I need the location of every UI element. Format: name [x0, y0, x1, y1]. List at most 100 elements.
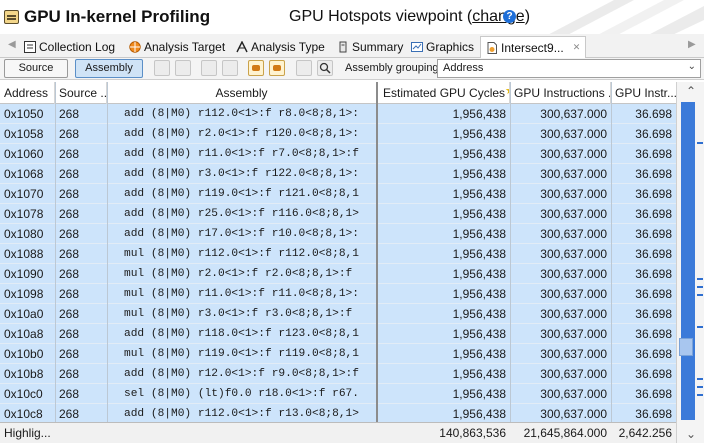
scrollbar-track[interactable]	[681, 102, 695, 420]
tab-collection-log[interactable]: Collection Log	[24, 37, 115, 57]
cell-source: 268	[59, 347, 80, 361]
grid-footer: Highlig... 140,863,536 21,645,864.000 2,…	[0, 422, 676, 443]
table-row[interactable]: 0x1090 268 mul (8|M0) r2.0<1>:f r2.0<8;8,1…	[0, 264, 676, 284]
cell-assembly: sel (8|M0) (lt)f0.0 r18.0<1>:f r67.	[124, 388, 359, 400]
column-header-cycles[interactable]: Estimated GPU Cycles★	[379, 82, 510, 104]
column-divider	[611, 82, 612, 422]
cell-assembly: add (8|M0) r25.0<1>:f r116.0<8;8,1>	[124, 208, 359, 220]
cell-address: 0x1070	[4, 187, 44, 201]
cell-instr2: 36.698	[635, 407, 672, 421]
table-row[interactable]: 0x10b8 268 add (8|M0) r12.0<1>:f r9.0<8;8,…	[0, 364, 676, 384]
scroll-marker	[697, 386, 703, 388]
cell-instructions: 300,637.000	[540, 267, 607, 281]
table-row[interactable]: 0x10c8 268 add (8|M0) r112.0<1>:f r13.0<8;…	[0, 404, 676, 422]
cell-address: 0x10b8	[4, 367, 44, 381]
tab-analysis-target[interactable]: Analysis Target	[129, 37, 225, 57]
column-header-instructions[interactable]: GPU Instructions ...	[510, 82, 611, 104]
cell-cycles: 1,956,438	[452, 347, 506, 361]
table-row[interactable]: 0x1068 268 add (8|M0) r3.0<1>:f r122.0<8;8…	[0, 164, 676, 184]
cell-source: 268	[59, 107, 80, 121]
cell-instructions: 300,637.000	[540, 127, 607, 141]
cell-assembly: mul (8|M0) r112.0<1>:f r112.0<8;8,1	[124, 248, 359, 260]
copy-icon[interactable]	[296, 60, 312, 76]
cell-source: 268	[59, 327, 80, 341]
scroll-up-icon[interactable]: ⌃	[677, 84, 704, 98]
footer-label: Highlig...	[4, 426, 51, 440]
search-icon[interactable]	[317, 60, 333, 76]
table-row[interactable]: 0x10c0 268 sel (8|M0) (lt)f0.0 r18.0<1>:f …	[0, 384, 676, 404]
next-hotspot-icon[interactable]	[222, 60, 238, 76]
assembly-grouping-select[interactable]: Address ⌄	[437, 59, 701, 78]
table-row[interactable]: 0x10a0 268 mul (8|M0) r3.0<1>:f r3.0<8;8,1…	[0, 304, 676, 324]
prev-hotspot-icon[interactable]	[201, 60, 217, 76]
table-row[interactable]: 0x1088 268 mul (8|M0) r112.0<1>:f r112.0<8…	[0, 244, 676, 264]
tab-analysis-type[interactable]: Analysis Type	[236, 37, 325, 57]
table-row[interactable]: 0x1070 268 add (8|M0) r119.0<1>:f r121.0<8…	[0, 184, 676, 204]
cell-source: 268	[59, 167, 80, 181]
column-header-assembly[interactable]: Assembly	[107, 82, 377, 104]
split-layout-icon[interactable]	[175, 60, 191, 76]
close-tab-icon[interactable]: ✕	[573, 42, 581, 53]
scroll-down-icon[interactable]: ⌄	[677, 427, 704, 441]
cell-cycles: 1,956,438	[452, 187, 506, 201]
tab-summary[interactable]: Summary	[337, 37, 403, 57]
tab-intersect[interactable]: Intersect9... ✕	[480, 36, 587, 58]
cell-assembly: add (8|M0) r11.0<1>:f r7.0<8;8,1>:f	[124, 148, 359, 160]
table-row[interactable]: 0x1080 268 add (8|M0) r17.0<1>:f r10.0<8;8…	[0, 224, 676, 244]
cell-assembly: add (8|M0) r118.0<1>:f r123.0<8;8,1	[124, 328, 359, 340]
column-header-instr2[interactable]: GPU Instr...	[611, 82, 676, 104]
cell-address: 0x1098	[4, 287, 44, 301]
tab-graphics[interactable]: Graphics	[411, 37, 474, 57]
column-header-source[interactable]: Source ...	[55, 82, 107, 104]
table-row[interactable]: 0x1098 268 mul (8|M0) r11.0<1>:f r11.0<8;8…	[0, 284, 676, 304]
scrollbar-thumb[interactable]	[679, 338, 693, 356]
scroll-marker	[697, 378, 703, 380]
column-divider	[510, 82, 511, 422]
cell-cycles: 1,956,438	[452, 267, 506, 281]
table-row[interactable]: 0x10b0 268 mul (8|M0) r119.0<1>:f r119.0<8…	[0, 344, 676, 364]
table-row[interactable]: 0x1078 268 add (8|M0) r25.0<1>:f r116.0<8;…	[0, 204, 676, 224]
tab-scroll-left-icon[interactable]: ◀	[8, 39, 16, 50]
cell-address: 0x1058	[4, 127, 44, 141]
scroll-marker	[697, 326, 703, 328]
scroll-marker	[697, 286, 703, 288]
vertical-scrollbar[interactable]: ⌃ ⌄	[676, 82, 704, 443]
cell-instructions: 300,637.000	[540, 187, 607, 201]
cell-instr2: 36.698	[635, 107, 672, 121]
grid-layout-icon[interactable]	[154, 60, 170, 76]
source-file-icon	[486, 41, 498, 54]
footer-cycles: 140,863,536	[439, 426, 506, 440]
tab-scroll-right-icon[interactable]: ▶	[688, 39, 696, 50]
cell-source: 268	[59, 387, 80, 401]
assembly-grouping-label: Assembly grouping:	[345, 62, 442, 74]
hotspot-forward-icon[interactable]	[269, 60, 285, 76]
analysis-target-icon	[129, 41, 141, 53]
collection-log-icon	[24, 41, 36, 53]
cell-instr2: 36.698	[635, 367, 672, 381]
cell-assembly: mul (8|M0) r3.0<1>:f r3.0<8;8,1>:f	[124, 308, 353, 320]
cell-assembly: add (8|M0) r2.0<1>:f r120.0<8;8,1>:	[124, 128, 359, 140]
table-row[interactable]: 0x1060 268 add (8|M0) r11.0<1>:f r7.0<8;8,…	[0, 144, 676, 164]
hotspot-back-icon[interactable]	[248, 60, 264, 76]
cell-address: 0x1088	[4, 247, 44, 261]
scroll-marker	[697, 278, 703, 280]
source-view-button[interactable]: Source	[4, 59, 68, 78]
cell-instr2: 36.698	[635, 387, 672, 401]
cell-source: 268	[59, 247, 80, 261]
scroll-marker	[697, 142, 703, 144]
table-row[interactable]: 0x1058 268 add (8|M0) r2.0<1>:f r120.0<8;8…	[0, 124, 676, 144]
cell-source: 268	[59, 127, 80, 141]
assembly-view-button[interactable]: Assembly	[75, 59, 143, 78]
cell-instr2: 36.698	[635, 147, 672, 161]
cell-assembly: add (8|M0) r3.0<1>:f r122.0<8;8,1>:	[124, 168, 359, 180]
column-header-address[interactable]: Address	[0, 82, 55, 104]
tab-bar: ◀ Collection Log Analysis Target Analysi…	[0, 34, 704, 58]
footer-instructions: 21,645,864.000	[523, 426, 607, 440]
cell-cycles: 1,956,438	[452, 307, 506, 321]
cell-instr2: 36.698	[635, 127, 672, 141]
table-row[interactable]: 0x1050 268 add (8|M0) r112.0<1>:f r8.0<8;8…	[0, 104, 676, 124]
table-row[interactable]: 0x10a8 268 add (8|M0) r118.0<1>:f r123.0<8…	[0, 324, 676, 344]
cell-instr2: 36.698	[635, 347, 672, 361]
pane-splitter[interactable]	[376, 82, 378, 422]
cell-instructions: 300,637.000	[540, 367, 607, 381]
